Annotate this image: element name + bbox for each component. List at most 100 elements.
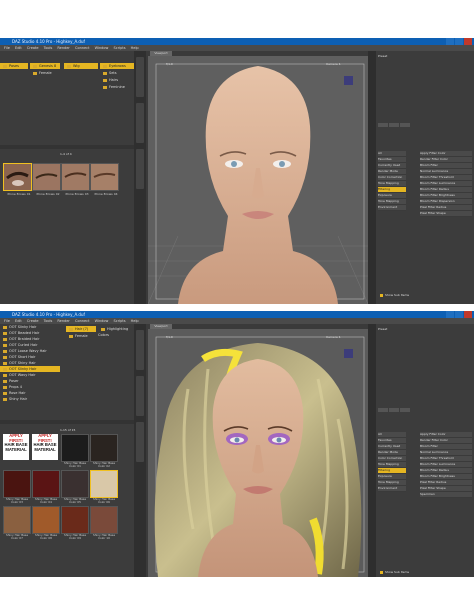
show-sub-items-checkbox[interactable]: Show Sub Items [380, 570, 409, 574]
tree-item[interactable]: Shiny Hair [0, 396, 60, 402]
side-tab[interactable] [136, 149, 144, 189]
hair-thumb-10[interactable]: Shiny Hair Base Color 10 [90, 506, 118, 540]
promo-apply-first-1[interactable]: APPLY FIRST! HAIR BASE MATERIAL [3, 433, 29, 460]
title-bar: DAZ Studio 4.10 Pro - Highkey_A.duf [0, 38, 474, 45]
category-environment[interactable]: Environment [378, 205, 406, 211]
menu-file[interactable]: File [4, 46, 10, 50]
side-tab-strip [134, 324, 146, 577]
library-sub-female[interactable]: Female [66, 333, 96, 339]
minimize-button[interactable] [446, 311, 454, 318]
pager: 1-15 of 15 [60, 428, 76, 432]
menu-window[interactable]: Window [95, 319, 109, 323]
maximize-button[interactable] [455, 38, 463, 45]
menu-help[interactable]: Help [131, 46, 139, 50]
menu-window[interactable]: Window [95, 46, 109, 50]
library-poses[interactable]: Poses [0, 63, 28, 69]
library-genesis[interactable]: Genesis 8 [30, 63, 60, 69]
menu-edit[interactable]: Edit [15, 46, 22, 50]
menu-scripts[interactable]: Scripts [114, 319, 126, 323]
hair-thumb-09[interactable]: Shiny Hair Base Color 09 [61, 506, 89, 540]
thumb-brows-02[interactable]: Pinne Brows 02 [32, 163, 61, 196]
side-tab[interactable] [136, 103, 144, 143]
hair-thumb-04[interactable]: Shiny Hair Base Color 04 [32, 470, 60, 504]
view-cube-icon[interactable] [344, 76, 353, 85]
minimize-button[interactable] [446, 38, 454, 45]
pane-tabs [378, 123, 411, 128]
category-environment[interactable]: Environment [378, 486, 406, 492]
side-tab[interactable] [136, 422, 144, 462]
menu-create[interactable]: Create [27, 46, 39, 50]
hair-thumb-01[interactable]: Shiny Hair Base Color 01 [61, 434, 89, 468]
folder-icon [103, 71, 107, 75]
folder-icon [3, 385, 7, 389]
folder-icon [103, 85, 107, 89]
side-tab[interactable] [136, 57, 144, 97]
thumb-brows-03[interactable]: Pinne Brows 03 [61, 163, 90, 196]
tab-button[interactable] [389, 123, 399, 127]
folder-icon [3, 367, 7, 371]
folder-icon [3, 64, 7, 68]
hair-thumb-06[interactable]: Shiny Hair Base Color 06 [90, 470, 118, 504]
maximize-button[interactable] [455, 311, 463, 318]
library-hair[interactable]: Hair (7) [66, 326, 96, 332]
menu-help[interactable]: Help [131, 319, 139, 323]
show-sub-items-checkbox[interactable]: Show Sub Items [380, 293, 409, 297]
viewport-frame-label: f/1.0 [166, 62, 173, 66]
folder-icon [103, 64, 107, 68]
folder-icon [33, 64, 37, 68]
menu-tools[interactable]: Tools [44, 319, 53, 323]
side-tab[interactable] [136, 330, 144, 370]
tab-button[interactable] [378, 408, 388, 412]
prop-row[interactable]: Pixel Filter Shape [420, 211, 472, 217]
camera-selector[interactable]: Camera 1 [326, 335, 341, 339]
menu-tools[interactable]: Tools [44, 46, 53, 50]
tab-button[interactable] [389, 408, 399, 412]
tab-button[interactable] [400, 408, 410, 412]
thumb-brows-04[interactable]: Pinne Brows 04 [90, 163, 119, 196]
hair-thumb-05[interactable]: Shiny Hair Base Color 05 [61, 470, 89, 504]
menu-file[interactable]: File [4, 319, 10, 323]
close-button[interactable] [464, 311, 472, 318]
library-sub-feminine[interactable]: Feminine [100, 84, 130, 90]
side-tab[interactable] [136, 376, 144, 416]
folder-icon [3, 331, 7, 335]
viewport[interactable]: f/1.0 Camera 1 [148, 329, 368, 577]
menu-scripts[interactable]: Scripts [114, 46, 126, 50]
library-sub-female[interactable]: Female [30, 70, 60, 76]
hair-thumb-03[interactable]: Shiny Hair Base Color 03 [3, 470, 31, 504]
hair-thumb-07[interactable]: Shiny Hair Base Color 07 [3, 506, 31, 540]
close-button[interactable] [464, 38, 472, 45]
menu-connect[interactable]: Connect [75, 319, 89, 323]
window-title: DAZ Studio 4.10 Pro - Highkey_A.duf [12, 312, 85, 317]
folder-icon [3, 349, 7, 353]
folder-icon [3, 361, 7, 365]
viewport[interactable]: f/1.0 Camera 1 [147, 56, 369, 304]
promo-apply-first-2[interactable]: APPLY FIRST! HAIR BASE MATERIAL [32, 433, 58, 460]
menu-edit[interactable]: Edit [15, 319, 22, 323]
menu-create[interactable]: Create [27, 319, 39, 323]
menu-render[interactable]: Render [57, 319, 69, 323]
tab-button[interactable] [400, 123, 410, 127]
pane-divider [0, 420, 134, 424]
prop-row[interactable]: Specimen [420, 492, 472, 498]
library-wig[interactable]: Wig [64, 63, 98, 69]
library-sub-sets[interactable]: Sets [100, 70, 130, 76]
hair-thumb-08[interactable]: Shiny Hair Base Color 08 [32, 506, 60, 540]
folder-icon [3, 325, 7, 329]
vertical-toolbar [368, 324, 376, 577]
folder-icon [69, 334, 73, 338]
eyebrow-preview-image [62, 164, 89, 190]
camera-selector[interactable]: Camera 1 [326, 62, 341, 66]
thumb-brows-01[interactable]: Pinne Brows 01 [3, 163, 32, 196]
library-sub-hairs[interactable]: Hairs [100, 77, 130, 83]
menu-connect[interactable]: Connect [75, 46, 89, 50]
view-cube-icon[interactable] [344, 349, 353, 358]
menu-render[interactable]: Render [57, 46, 69, 50]
tab-button[interactable] [378, 123, 388, 127]
hair-thumb-02[interactable]: Shiny Hair Base Color 02 [90, 434, 118, 468]
library-eyebrows[interactable]: Eyebrows [100, 63, 134, 69]
folder-icon [3, 397, 7, 401]
screenshot-bottom: DAZ Studio 4.10 Pro - Highkey_A.duf File… [0, 311, 474, 577]
library-highlighting[interactable]: Highlighting Colors [98, 326, 134, 337]
screenshot-top: DAZ Studio 4.10 Pro - Highkey_A.duf File… [0, 38, 474, 304]
